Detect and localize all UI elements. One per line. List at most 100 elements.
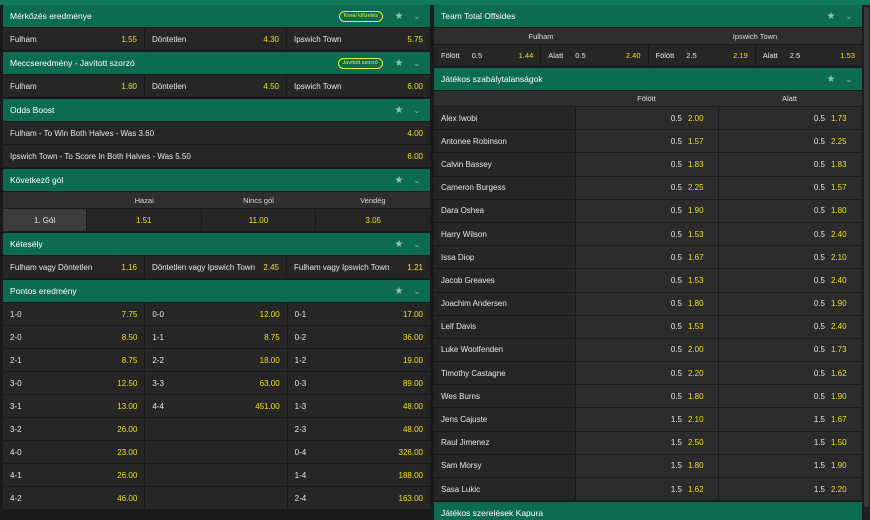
odds-cell[interactable]: Alatt 2.5 1.53 [755,45,862,66]
under-odds-cell[interactable]: 0.5 2.40 [718,315,861,338]
over-odds-cell[interactable]: 0.5 1.83 [575,153,718,176]
score-cell[interactable]: 4-4 451.00 [145,395,288,417]
market-header[interactable]: Mérkőzés eredménye Korai kifizetés ★ ⌄ [3,5,430,27]
score-cell[interactable]: 1-2 19.00 [287,349,430,371]
under-odds-cell[interactable]: 1.5 1.50 [718,431,861,454]
market-header[interactable]: Játékos szabálytalanságok ★ ⌄ [434,68,862,90]
odds-cell[interactable]: Döntetlen vagy Ipswich Town 2.45 [145,256,287,278]
over-odds-cell[interactable]: 0.5 2.00 [575,338,718,362]
under-odds-cell[interactable]: 0.5 2.10 [718,246,861,269]
odds-cell[interactable]: Alatt 0.5 2.40 [541,45,649,66]
score-cell[interactable]: 0-4 326.00 [287,441,430,463]
market-header[interactable]: Játékos szerelések Kapura [434,502,862,520]
boost-selection[interactable]: Ipswich Town - To Score In Both Halves -… [3,144,430,167]
under-odds-cell[interactable]: 0.5 1.57 [718,176,861,199]
odds-cell[interactable]: Fulham vagy Ipswich Town 1.21 [287,256,430,278]
score-cell[interactable]: 1-1 8.75 [145,326,288,348]
star-icon[interactable]: ★ [390,175,408,186]
market-header[interactable]: Team Total Offsides ★ ⌄ [434,5,862,27]
odds-cell[interactable]: 3.05 [316,209,431,231]
odds-cell[interactable]: 1.51 [87,209,202,231]
market-header[interactable]: Következő gól ★ ⌄ [3,169,430,191]
over-odds-cell[interactable]: 0.5 1.80 [575,292,718,315]
star-icon[interactable]: ★ [822,11,840,22]
star-icon[interactable]: ★ [390,11,408,22]
odds-cell[interactable]: Fulham 1.55 [3,28,145,50]
boost-selection[interactable]: Fulham - To Win Both Halves - Was 3.60 4.… [3,121,430,144]
star-icon[interactable]: ★ [390,58,408,69]
under-odds-cell[interactable]: 1.5 1.90 [718,454,861,477]
score-cell[interactable]: 0-1 17.00 [287,303,430,325]
star-icon[interactable]: ★ [390,286,408,297]
chevron-down-icon[interactable]: ⌄ [840,75,858,84]
over-odds-cell[interactable]: 0.5 1.53 [575,269,718,292]
chevron-down-icon[interactable]: ⌄ [408,176,426,185]
under-odds-cell[interactable]: 0.5 1.90 [718,292,861,315]
odds-cell[interactable]: Fulham 1.60 [3,75,145,97]
chevron-down-icon[interactable]: ⌄ [408,106,426,115]
score-cell[interactable]: 3-3 63.00 [145,372,288,394]
under-odds-cell[interactable]: 0.5 2.40 [718,269,861,292]
over-odds-cell[interactable]: 0.5 1.80 [575,385,718,408]
over-odds-cell[interactable]: 1.5 1.80 [575,454,718,477]
odds-cell[interactable]: Ipswich Town 6.00 [287,75,430,97]
under-odds-cell[interactable]: 0.5 1.90 [718,385,861,408]
under-odds-cell[interactable]: 0.5 1.62 [718,362,861,385]
chevron-down-icon[interactable]: ⌄ [408,240,426,249]
under-odds-cell[interactable]: 1.5 2.20 [718,478,861,501]
odds-cell[interactable]: Fölött 2.5 2.19 [648,45,756,66]
star-icon[interactable]: ★ [390,239,408,250]
odds-cell[interactable]: Döntetlen 4.50 [145,75,287,97]
over-odds-cell[interactable]: 1.5 2.10 [575,408,718,431]
score-cell[interactable]: 2-1 8.75 [3,349,146,371]
score-cell[interactable]: 4-2 46.00 [3,487,146,509]
score-cell[interactable]: 2-0 8.50 [3,326,146,348]
odds-cell[interactable]: Fulham vagy Döntetlen 1.16 [3,256,145,278]
score-cell[interactable]: 3-0 12.50 [3,372,146,394]
under-odds-cell[interactable]: 0.5 1.73 [718,338,861,362]
under-odds-cell[interactable]: 0.5 2.25 [718,130,861,153]
score-cell[interactable]: 2-3 48.00 [287,418,430,440]
odds-cell[interactable]: 11.00 [201,209,317,231]
over-odds-cell[interactable]: 0.5 2.20 [575,362,718,385]
market-header[interactable]: Odds Boost ★ ⌄ [3,99,430,121]
over-odds-cell[interactable]: 0.5 2.25 [575,176,718,199]
chevron-down-icon[interactable]: ⌄ [840,12,858,21]
star-icon[interactable]: ★ [390,105,408,116]
score-cell[interactable]: 4-1 26.00 [3,464,146,486]
score-cell[interactable]: 1-0 7.75 [3,303,146,325]
over-odds-cell[interactable]: 0.5 1.53 [575,315,718,338]
scrollbar-thumb[interactable] [864,7,869,507]
odds-cell[interactable]: Ipswich Town 5.75 [287,28,430,50]
over-odds-cell[interactable]: 0.5 1.53 [575,222,718,246]
over-odds-cell[interactable]: 0.5 1.67 [575,246,718,269]
score-cell[interactable]: 4-0 23.00 [3,441,146,463]
score-cell[interactable]: 1-4 188.00 [287,464,430,486]
score-cell[interactable]: 0-2 36.00 [287,326,430,348]
over-odds-cell[interactable]: 1.5 1.62 [575,478,718,501]
star-icon[interactable]: ★ [822,74,840,85]
score-cell[interactable]: 2-4 163.00 [287,487,430,509]
odds-cell[interactable]: Döntetlen 4.30 [145,28,287,50]
score-cell[interactable]: 0-3 89.00 [287,372,430,394]
market-header[interactable]: Meccseredmény - Javított szorzó Javított… [3,52,430,74]
market-header[interactable]: Pontos eredmény ★ ⌄ [3,280,430,302]
odds-cell[interactable]: Fölött 0.5 1.44 [434,45,542,66]
score-cell[interactable]: 0-0 12.00 [145,303,288,325]
score-cell[interactable]: 3-1 13.00 [3,395,146,417]
score-cell[interactable]: 3-2 26.00 [3,418,146,440]
over-odds-cell[interactable]: 0.5 2.00 [575,107,718,130]
over-odds-cell[interactable]: 0.5 1.90 [575,199,718,222]
chevron-down-icon[interactable]: ⌄ [408,287,426,296]
under-odds-cell[interactable]: 0.5 1.73 [718,107,861,130]
over-odds-cell[interactable]: 0.5 1.57 [575,130,718,153]
under-odds-cell[interactable]: 1.5 1.67 [718,408,861,431]
chevron-down-icon[interactable]: ⌄ [408,12,426,21]
score-cell[interactable]: 1-3 48.00 [287,395,430,417]
chevron-down-icon[interactable]: ⌄ [408,59,426,68]
over-odds-cell[interactable]: 1.5 2.50 [575,431,718,454]
score-cell[interactable]: 2-2 18.00 [145,349,288,371]
market-header[interactable]: Kétesély ★ ⌄ [3,233,430,255]
under-odds-cell[interactable]: 0.5 2.40 [718,222,861,246]
under-odds-cell[interactable]: 0.5 1.80 [718,199,861,222]
